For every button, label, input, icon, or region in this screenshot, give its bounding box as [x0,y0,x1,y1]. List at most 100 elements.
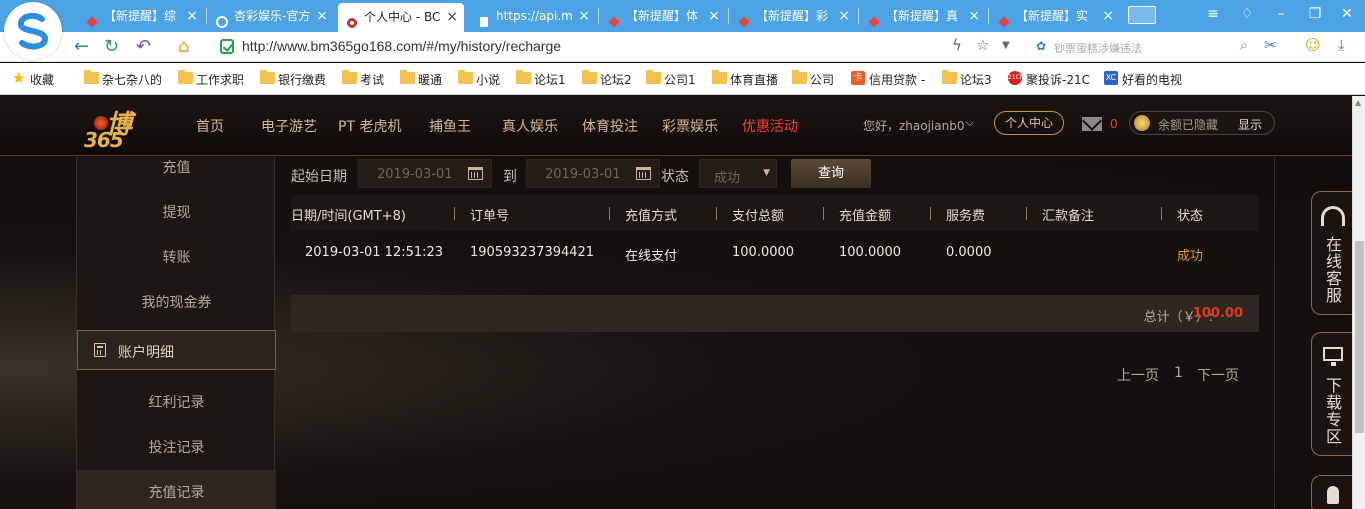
browser-tab-active[interactable]: 个人中心 - BC × [338,3,464,32]
close-icon[interactable]: × [838,2,850,30]
status-select[interactable]: 成功 ▼ [699,159,777,188]
bookmark-link[interactable]: 卡信用贷款 - [851,71,925,88]
folder-icon [712,70,727,84]
browser-tab[interactable]: 【新提醒】综 × [78,2,204,30]
online-service-widget[interactable]: 在 线 客 服 [1311,191,1352,315]
undo-icon[interactable]: ↶ [136,36,151,58]
show-balance-button[interactable]: 显示 [1238,116,1262,133]
cell-datetime: 2019-03-01 12:51:23 [305,245,444,260]
page-scrollbar[interactable]: ▲ [1352,96,1365,509]
back-to-top-widget[interactable] [1311,475,1352,509]
site-header: 博 365 首页 电子游艺 PT 老虎机 捕鱼王 真人娱乐 体育投注 彩票娱乐 … [0,96,1352,156]
nav-live-casino[interactable]: 真人娱乐 [502,116,558,136]
bookmark-folder[interactable]: 论坛1 [516,70,566,88]
scrollbar-thumb[interactable] [1355,241,1364,433]
bookmark-folder[interactable]: 银行缴费 [260,70,326,88]
browser-tab[interactable]: https://api.m × [470,2,596,30]
chevron-down-icon[interactable]: ▼ [1002,40,1010,51]
browser-tab[interactable]: 【新提醒】实 × [990,2,1120,30]
calendar-icon[interactable] [468,167,483,180]
close-icon[interactable]: × [446,3,458,31]
bookmark-folder[interactable]: 论坛3 [942,70,992,88]
user-center-button[interactable]: 个人中心 [994,111,1064,135]
search-icon[interactable]: ⌕ [1240,36,1248,54]
bookmark-folder[interactable]: 考试 [342,70,384,88]
folder-icon [84,70,99,84]
bookmark-link[interactable]: XC 好看的电视 [1104,71,1182,88]
nav-pt-slots[interactable]: PT 老虎机 [338,116,401,136]
browser-tab[interactable]: 杏彩娱乐-官方 × [208,2,334,30]
prev-page-link[interactable]: 上一页 [1117,365,1159,385]
query-button[interactable]: 查询 [791,159,871,188]
sidebar-item-transfer[interactable]: 转账 [77,247,276,267]
cell-status: 成功 [1177,249,1204,264]
close-icon[interactable]: × [708,2,720,30]
nav-sports[interactable]: 体育投注 [582,116,638,136]
end-date-input[interactable]: 2019-03-01 [526,159,660,188]
bookmark-folder[interactable]: 论坛2 [582,70,632,88]
browser-tab[interactable]: 【新提醒】彩 × [730,2,856,30]
download-icon[interactable]: ⤓ [1338,36,1345,54]
total-value: 100.00 [1192,306,1243,321]
download-zone-widget[interactable]: 下 载 专 区 [1311,332,1352,456]
page-number[interactable]: 1 [1174,365,1183,381]
site-logo[interactable]: 博 365 [80,102,164,154]
close-icon[interactable]: × [316,2,328,30]
sidebar-item-withdraw[interactable]: 提现 [77,202,276,222]
maximize-icon[interactable]: ❐ [1306,6,1324,22]
start-date-input[interactable]: 2019-03-01 [358,159,492,188]
mail-icon[interactable] [1082,117,1102,131]
close-window-icon[interactable]: ✕ [1338,6,1356,22]
close-icon[interactable]: × [1102,2,1114,30]
sidebar-section-account-details[interactable]: 账户明细 [77,330,276,370]
page-icon [478,10,490,27]
menu-icon[interactable]: ≡ [1204,6,1222,22]
smile-icon[interactable]: ☺ [1305,36,1321,54]
sidebar-item-deposit[interactable]: 充值 [77,157,276,177]
new-tab-button[interactable] [1128,6,1156,24]
refresh-icon[interactable]: ↻ [104,36,119,58]
sidebar-item-coupons[interactable]: 我的现金券 [77,292,276,312]
nav-promotions[interactable]: 优惠活动 [742,116,798,136]
browser-logo-icon[interactable] [4,2,62,60]
folder-icon [260,70,275,84]
calendar-icon[interactable] [636,167,651,180]
bookmark-folder[interactable]: 小说 [458,70,500,88]
bookmark-folder[interactable]: 公司 [792,70,834,88]
browser-tab[interactable]: 【新提醒】真 × [860,2,986,30]
close-icon[interactable]: × [186,2,198,30]
lightning-icon[interactable]: ϟ [952,36,962,54]
sidebar-item-deposit-records[interactable]: 充值记录 [77,470,276,509]
home-icon[interactable]: ⌂ [178,36,189,58]
nav-electronic-games[interactable]: 电子游艺 [261,116,317,136]
folder-icon [458,70,473,84]
diamond-icon [738,10,750,28]
back-icon[interactable]: ← [74,36,89,58]
bookmark-folder[interactable]: 杂七杂八的 [84,70,162,88]
url-input[interactable]: http://www.bm365go168.com/#/my/history/r… [214,36,1024,58]
nav-fishing[interactable]: 捕鱼王 [429,116,471,136]
close-icon[interactable]: × [578,2,590,30]
skin-icon[interactable]: ♢ [1238,6,1256,22]
sidebar-item-bet-records[interactable]: 投注记录 [77,437,276,457]
bookmark-link[interactable]: 21CN 聚投诉-21C [1008,71,1090,88]
monitor-icon [1323,347,1343,366]
scroll-up-icon[interactable]: ▲ [1355,98,1361,107]
nav-lottery[interactable]: 彩票娱乐 [662,116,718,136]
scissors-icon[interactable]: ✂ [1264,36,1277,54]
close-icon[interactable]: × [968,2,980,30]
bookmark-favorites[interactable]: ★ 收藏 [12,69,54,88]
next-page-link[interactable]: 下一页 [1197,365,1239,385]
user-greeting[interactable]: 您好，zhaojianb0 [863,117,964,134]
bookmark-folder[interactable]: 体育直播 [712,70,778,88]
browser-tab[interactable]: 【新提醒】体 × [600,2,726,30]
sidebar-item-bonus-records[interactable]: 红利记录 [77,392,276,412]
chevron-down-icon[interactable]: ⌵ [965,115,974,130]
bookmark-folder[interactable]: 工作求职 [178,70,244,88]
bookmark-folder[interactable]: 暖通 [400,70,442,88]
search-input[interactable]: ✿ 钞票蛋糕涉嫌违法 ⌕ [1030,36,1252,58]
bookmark-folder[interactable]: 公司1 [646,70,696,88]
nav-home[interactable]: 首页 [196,116,224,136]
minimize-icon[interactable]: – [1272,6,1290,22]
star-icon[interactable]: ☆ [976,36,989,54]
